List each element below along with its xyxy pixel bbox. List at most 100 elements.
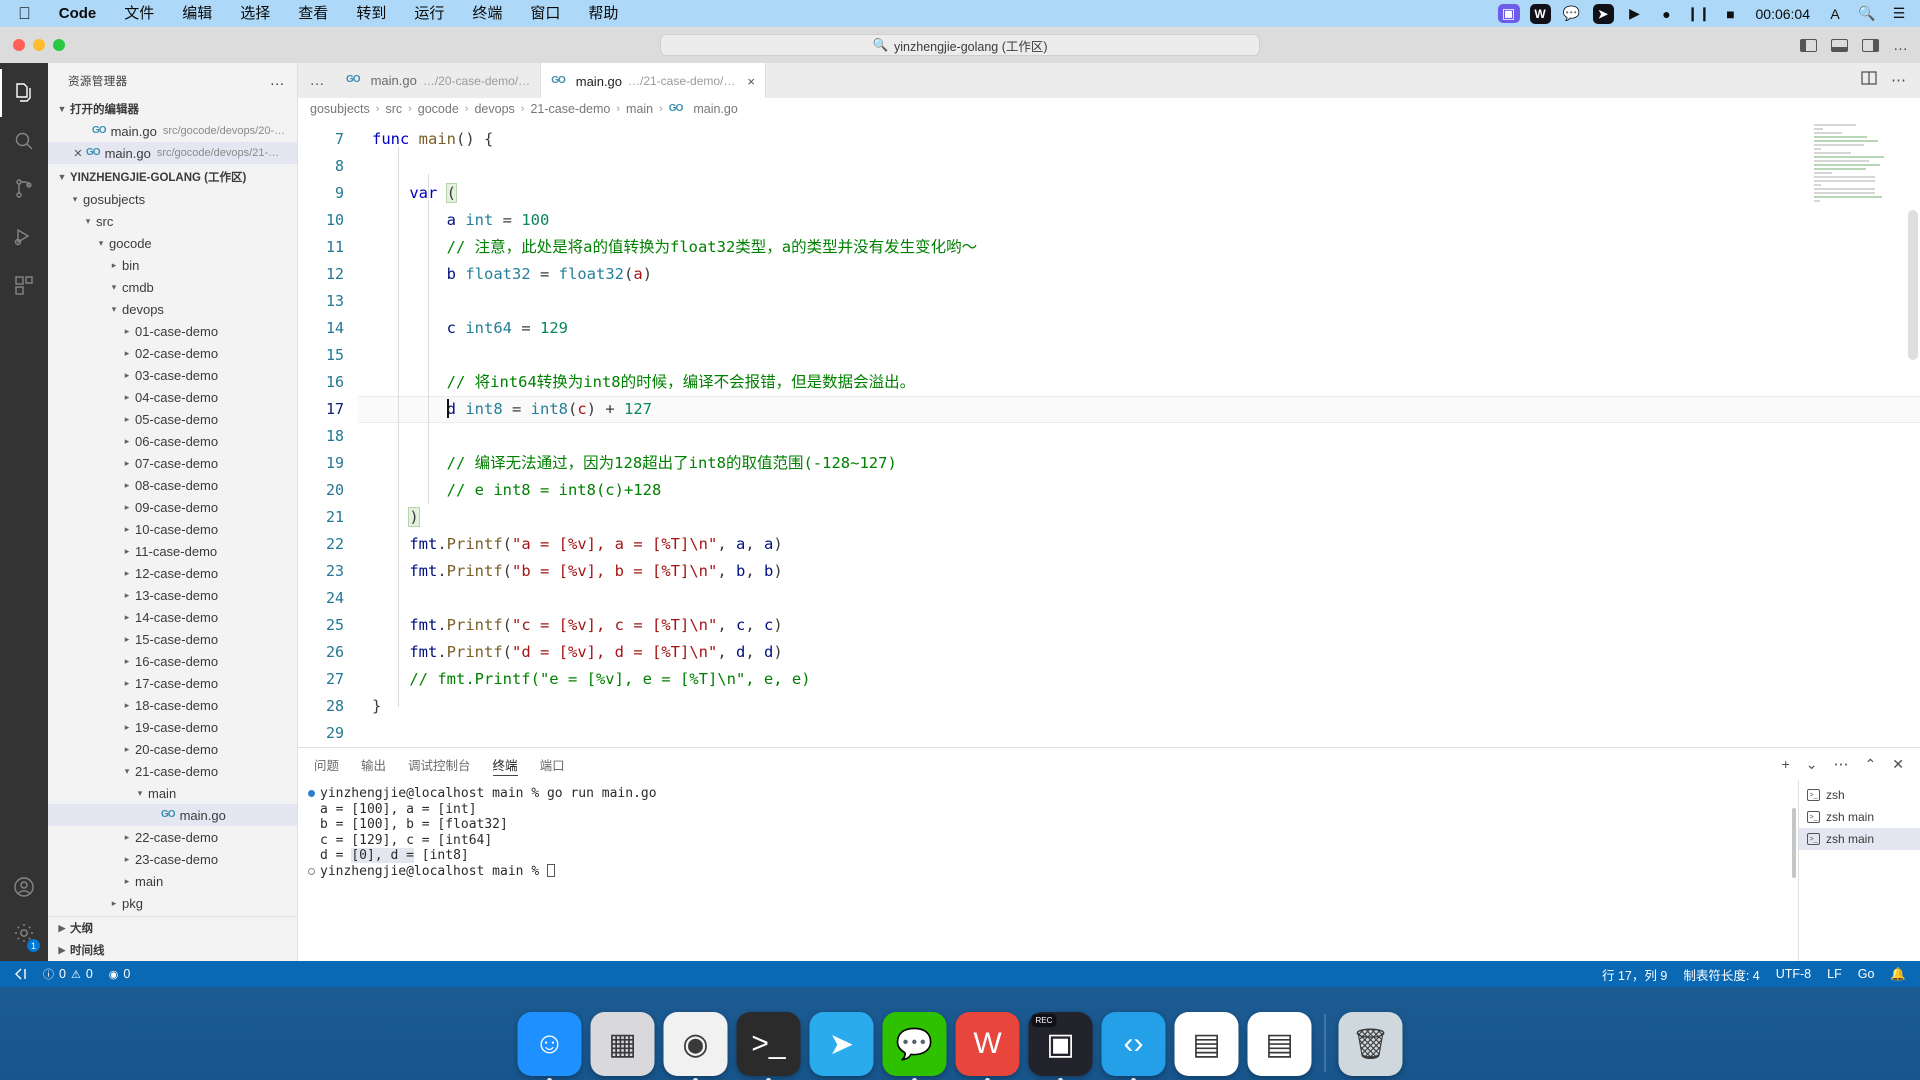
battery-icon[interactable]: ■ [1720, 4, 1742, 23]
sidebar-item-extensions[interactable] [0, 261, 48, 309]
tree-item-13-case-demo[interactable]: ▸ 13-case-demo [48, 584, 297, 606]
tree-item-devops[interactable]: ▾ devops [48, 298, 297, 320]
breadcrumb-gocode[interactable]: gocode [418, 102, 459, 116]
code-line[interactable] [358, 585, 1920, 612]
code-line[interactable]: var ( [358, 180, 1920, 207]
new-terminal-icon[interactable]: + [1782, 756, 1790, 772]
more-actions-icon[interactable]: ⋯ [1834, 757, 1849, 772]
terminal-session-item[interactable]: >_ zsh main [1799, 828, 1920, 850]
dock-item-doc-window-2[interactable]: ▤ [1247, 1012, 1312, 1076]
terminal-session-item[interactable]: >_ zsh main [1799, 806, 1920, 828]
breadcrumb-file[interactable]: main.go [693, 102, 737, 116]
tree-item-22-case-demo[interactable]: ▸ 22-case-demo [48, 826, 297, 848]
code-line[interactable]: fmt.Printf("b = [%v], b = [%T]\n", b, b) [358, 558, 1920, 585]
sidebar-item-source-control[interactable] [0, 165, 48, 213]
dock-item-launchpad[interactable]: ▦ [590, 1012, 655, 1076]
code-line[interactable]: // 编译无法通过，因为128超出了int8的取值范围(-128~127) [358, 450, 1920, 477]
breadcrumb-main[interactable]: main [626, 102, 653, 116]
menubar-app-name[interactable]: Code [45, 0, 111, 27]
tab-debug-console[interactable]: 调试控制台 [408, 748, 471, 780]
dock-item-screen-recorder[interactable]: ▣ REC [1028, 1012, 1093, 1080]
dock-item-terminal[interactable]: >_ [736, 1012, 801, 1080]
input-source-icon[interactable]: A [1824, 4, 1846, 23]
menu-view[interactable]: 查看 [284, 0, 342, 27]
breadcrumb-devops[interactable]: devops [474, 102, 514, 116]
code-line[interactable] [358, 720, 1920, 747]
tree-item-19-case-demo[interactable]: ▸ 19-case-demo [48, 716, 297, 738]
tree-item-18-case-demo[interactable]: ▸ 18-case-demo [48, 694, 297, 716]
outline-section[interactable]: ▶ 大纲 [48, 917, 297, 939]
close-icon[interactable]: ✕ [70, 147, 86, 160]
code-line[interactable]: func main() { [358, 126, 1920, 153]
apple-logo-icon[interactable]:  [0, 4, 45, 24]
tree-item-10-case-demo[interactable]: ▸ 10-case-demo [48, 518, 297, 540]
code-editor[interactable]: 7 8 9 10 11 12 13 14 15 16 17 18 19 20 21 22 23 24 25 26 27 2… [298, 120, 1920, 747]
video-icon[interactable]: ▶ [1624, 4, 1646, 23]
sidebar-item-search[interactable] [0, 117, 48, 165]
tree-item-03-case-demo[interactable]: ▸ 03-case-demo [48, 364, 297, 386]
tree-item-src[interactable]: ▾ src [48, 210, 297, 232]
accounts-button[interactable] [0, 865, 48, 913]
tree-item-23-case-demo[interactable]: ▸ 23-case-demo [48, 848, 297, 870]
pause-icon[interactable]: ❙❙ [1687, 4, 1710, 23]
dock-item-wps[interactable]: W [955, 1012, 1020, 1080]
close-window-button[interactable] [13, 39, 25, 51]
tree-item-07-case-demo[interactable]: ▸ 07-case-demo [48, 452, 297, 474]
code-line[interactable]: ) [358, 504, 1920, 531]
menu-terminal[interactable]: 终端 [458, 0, 516, 27]
dock-item-wechat[interactable]: 💬 [882, 1012, 947, 1080]
sidebar-item-explorer[interactable] [0, 69, 48, 117]
code-line[interactable] [358, 153, 1920, 180]
code-line[interactable]: d int8 = int8(c) + 127 [358, 396, 1920, 423]
sidebar-item-run-debug[interactable] [0, 213, 48, 261]
code-line[interactable] [358, 423, 1920, 450]
cursor-position[interactable]: 行 17，列 9 [1594, 961, 1675, 987]
breadcrumb-src[interactable]: src [385, 102, 402, 116]
wechat-icon[interactable]: 💬 [1561, 4, 1583, 23]
tree-item-12-case-demo[interactable]: ▸ 12-case-demo [48, 562, 297, 584]
tree-item-08-case-demo[interactable]: ▸ 08-case-demo [48, 474, 297, 496]
code-line[interactable]: c int64 = 129 [358, 315, 1920, 342]
tree-item-21-case-demo[interactable]: ▾ 21-case-demo [48, 760, 297, 782]
tree-item-main[interactable]: ▾ main [48, 782, 297, 804]
problems-status[interactable]: ⓘ 0 ⚠ 0 [35, 961, 101, 987]
tree-item-20-case-demo[interactable]: ▸ 20-case-demo [48, 738, 297, 760]
minimize-window-button[interactable] [33, 39, 45, 51]
tree-item-main-go[interactable]: GO main.go [48, 804, 297, 826]
explorer-more-actions-icon[interactable]: … [270, 73, 285, 88]
terminal-output[interactable]: yinzhengjie@localhost main % go run main… [298, 780, 1798, 961]
breadcrumb-gosubjects[interactable]: gosubjects [310, 102, 370, 116]
open-editors-header[interactable]: ▼ 打开的编辑器 [48, 98, 297, 120]
editor-scrollbar[interactable] [1908, 210, 1918, 360]
tree-item-gosubjects[interactable]: ▾ gosubjects [48, 188, 297, 210]
maximize-window-button[interactable] [53, 39, 65, 51]
tab-problems[interactable]: 问题 [314, 748, 339, 780]
tree-item-16-case-demo[interactable]: ▸ 16-case-demo [48, 650, 297, 672]
tree-item-cmdb[interactable]: ▾ cmdb [48, 276, 297, 298]
tree-item-17-case-demo[interactable]: ▸ 17-case-demo [48, 672, 297, 694]
open-editor-item[interactable]: ✕ GO main.go src/gocode/devops/21-… [48, 142, 297, 164]
minimap[interactable] [1814, 124, 1906, 234]
code-line[interactable] [358, 342, 1920, 369]
tab-output[interactable]: 输出 [361, 748, 386, 780]
search-icon[interactable]: 🔍 [1856, 4, 1878, 23]
split-editor-icon[interactable] [1861, 71, 1877, 90]
eol[interactable]: LF [1819, 961, 1850, 987]
encoding[interactable]: UTF-8 [1768, 961, 1819, 987]
menu-goto[interactable]: 转到 [342, 0, 400, 27]
shield-icon[interactable]: ● [1656, 4, 1678, 23]
tree-item-09-case-demo[interactable]: ▸ 09-case-demo [48, 496, 297, 518]
menu-edit[interactable]: 编辑 [168, 0, 226, 27]
remote-window-button[interactable] [6, 961, 35, 987]
code-line[interactable]: // fmt.Printf("e = [%v], e = [%T]\n", e,… [358, 666, 1920, 693]
open-editor-item[interactable]: GO main.go src/gocode/devops/20-… [48, 120, 297, 142]
dock-item-telegram[interactable]: ➤ [809, 1012, 874, 1076]
terminal-session-item[interactable]: >_ zsh [1799, 784, 1920, 806]
dock-item-chrome[interactable]: ◉ [663, 1012, 728, 1080]
ports-status[interactable]: ◉ 0 [101, 961, 139, 987]
tree-item-04-case-demo[interactable]: ▸ 04-case-demo [48, 386, 297, 408]
code-line[interactable]: // 注意，此处是将a的值转换为float32类型，a的类型并没有发生变化哟～ [358, 234, 1920, 261]
tree-item-01-case-demo[interactable]: ▸ 01-case-demo [48, 320, 297, 342]
control-center-icon[interactable]: ☰ [1888, 4, 1910, 23]
indentation[interactable]: 制表符长度: 4 [1675, 961, 1767, 987]
